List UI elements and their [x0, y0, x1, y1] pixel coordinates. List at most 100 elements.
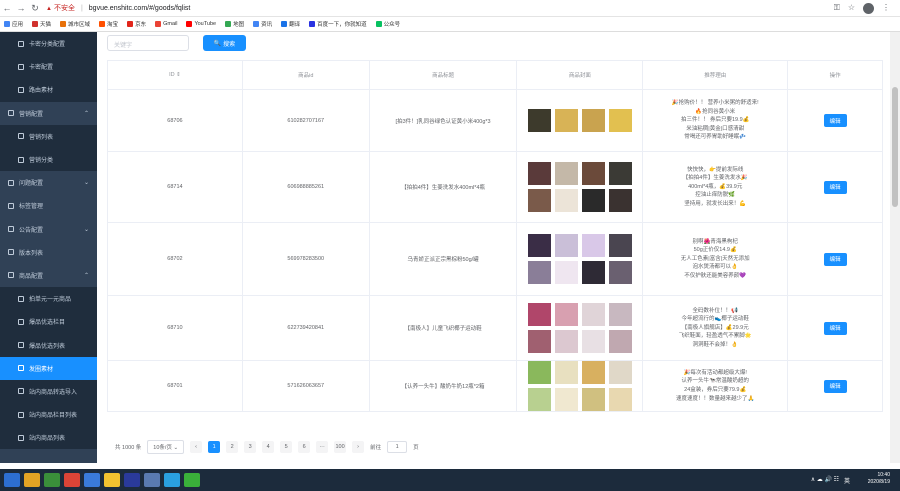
- page-number[interactable]: 3: [244, 441, 257, 453]
- next-page-button[interactable]: ›: [352, 441, 365, 453]
- edit-button[interactable]: 编辑: [823, 379, 847, 393]
- product-thumbnail[interactable]: [581, 361, 605, 384]
- sidebar-item[interactable]: 站内商品栏目列表: [0, 403, 97, 427]
- scrollbar-thumb[interactable]: [892, 87, 898, 207]
- bookmark-item[interactable]: 资讯: [253, 20, 272, 28]
- product-thumbnail[interactable]: [581, 162, 605, 185]
- bookmark-item[interactable]: 京东: [127, 20, 146, 28]
- sidebar-item[interactable]: 标签管理: [0, 194, 97, 218]
- bookmark-item[interactable]: Gmail: [155, 21, 177, 27]
- product-thumbnail[interactable]: [608, 261, 632, 284]
- bookmark-item[interactable]: 应用: [4, 20, 23, 28]
- key-icon[interactable]: ⚿: [834, 3, 840, 14]
- bookmark-item[interactable]: 公众号: [375, 20, 400, 28]
- product-thumbnail[interactable]: [527, 234, 551, 257]
- product-thumbnail[interactable]: [527, 361, 551, 384]
- product-thumbnail[interactable]: [554, 189, 578, 212]
- search-input[interactable]: 关键字: [107, 35, 189, 51]
- app-icon[interactable]: [24, 473, 40, 487]
- product-thumbnail[interactable]: [554, 303, 578, 326]
- product-thumbnail[interactable]: [554, 388, 578, 411]
- sidebar-item[interactable]: 版本列表: [0, 240, 97, 264]
- edit-button[interactable]: 编辑: [823, 321, 847, 335]
- sidebar-item[interactable]: 站内商品转选导入: [0, 379, 97, 403]
- sidebar-item[interactable]: 卡密分类配置: [0, 32, 97, 56]
- product-thumbnail[interactable]: [581, 388, 605, 411]
- sidebar-item[interactable]: 爆品优选栏目: [0, 310, 97, 334]
- url-field[interactable]: 不安全 | bgvue.enshitc.com/#/goods/fqlist: [46, 2, 834, 14]
- product-thumbnail[interactable]: [554, 330, 578, 353]
- app-icon[interactable]: [164, 473, 180, 487]
- page-size-select[interactable]: 10条/页 ⌄: [147, 440, 185, 454]
- chrome-icon[interactable]: [64, 473, 80, 487]
- windows-start-icon[interactable]: [4, 473, 20, 487]
- product-thumbnail[interactable]: [608, 109, 632, 132]
- photoshop-icon[interactable]: [124, 473, 140, 487]
- sidebar-item[interactable]: 营销配置 ⌃: [0, 101, 97, 125]
- sidebar-item[interactable]: 公告配置 ⌄: [0, 217, 97, 241]
- product-thumbnail[interactable]: [554, 234, 578, 257]
- sidebar-item[interactable]: 问题配置 ⌄: [0, 171, 97, 195]
- wechat-icon[interactable]: [184, 473, 200, 487]
- bookmark-item[interactable]: 城市区域: [60, 20, 90, 28]
- bookmark-item[interactable]: 百度一下，你就知道: [309, 20, 367, 28]
- sidebar-item[interactable]: 卡密配置: [0, 55, 97, 79]
- goto-input[interactable]: 1: [387, 441, 408, 453]
- sidebar-item[interactable]: 爆品优选列表: [0, 333, 97, 357]
- product-thumbnail[interactable]: [581, 234, 605, 257]
- product-thumbnail[interactable]: [608, 388, 632, 411]
- sidebar-item[interactable]: 营销列表: [0, 124, 97, 148]
- prev-page-button[interactable]: ‹: [190, 441, 203, 453]
- bookmark-item[interactable]: 天猫: [32, 20, 51, 28]
- star-icon[interactable]: ☆: [848, 3, 855, 14]
- menu-icon[interactable]: ⋮: [882, 3, 890, 14]
- bookmark-item[interactable]: YouTube: [186, 21, 216, 27]
- app-icon[interactable]: [84, 473, 100, 487]
- reload-icon[interactable]: ↻: [28, 3, 42, 14]
- page-number[interactable]: 6: [298, 441, 311, 453]
- page-number[interactable]: 1: [208, 441, 221, 453]
- scrollbar[interactable]: [890, 32, 900, 463]
- forward-icon[interactable]: →: [14, 3, 28, 13]
- product-thumbnail[interactable]: [554, 261, 578, 284]
- product-thumbnail[interactable]: [527, 162, 551, 185]
- product-thumbnail[interactable]: [608, 303, 632, 326]
- bookmark-item[interactable]: 淘宝: [99, 20, 118, 28]
- app-icon[interactable]: [44, 473, 60, 487]
- product-thumbnail[interactable]: [527, 388, 551, 411]
- search-button[interactable]: 🔍 搜索: [203, 35, 246, 51]
- product-thumbnail[interactable]: [608, 189, 632, 212]
- bookmark-item[interactable]: 地图: [225, 20, 244, 28]
- product-thumbnail[interactable]: [527, 261, 551, 284]
- back-icon[interactable]: ←: [0, 3, 14, 13]
- product-thumbnail[interactable]: [581, 303, 605, 326]
- product-thumbnail[interactable]: [581, 330, 605, 353]
- sidebar-item[interactable]: 路由素材: [0, 78, 97, 102]
- page-number[interactable]: 4: [262, 441, 275, 453]
- product-thumbnail[interactable]: [608, 330, 632, 353]
- page-number[interactable]: 100: [334, 441, 347, 453]
- product-thumbnail[interactable]: [527, 109, 551, 132]
- sidebar-item[interactable]: 站内商品列表: [0, 426, 97, 450]
- edit-button[interactable]: 编辑: [823, 114, 847, 127]
- system-tray[interactable]: ∧ ☁ 🔊 ☷ 英: [811, 476, 850, 485]
- sidebar-item[interactable]: 发圈素材: [0, 356, 97, 380]
- product-thumbnail[interactable]: [608, 162, 632, 185]
- folder-icon[interactable]: [104, 473, 120, 487]
- product-thumbnail[interactable]: [527, 303, 551, 326]
- product-thumbnail[interactable]: [608, 361, 632, 384]
- profile-avatar[interactable]: [863, 2, 874, 14]
- bookmark-item[interactable]: 翻译: [281, 20, 300, 28]
- product-thumbnail[interactable]: [554, 162, 578, 185]
- product-thumbnail[interactable]: [554, 109, 578, 132]
- app-icon[interactable]: [144, 473, 160, 487]
- sidebar-item[interactable]: 营销分类: [0, 147, 97, 172]
- page-number[interactable]: 2: [226, 441, 239, 453]
- product-thumbnail[interactable]: [527, 189, 551, 212]
- sidebar-item[interactable]: 商品配置 ⌃: [0, 263, 97, 288]
- product-thumbnail[interactable]: [581, 189, 605, 212]
- product-thumbnail[interactable]: [581, 109, 605, 132]
- product-thumbnail[interactable]: [527, 330, 551, 353]
- page-number[interactable]: 5: [280, 441, 293, 453]
- product-thumbnail[interactable]: [581, 261, 605, 284]
